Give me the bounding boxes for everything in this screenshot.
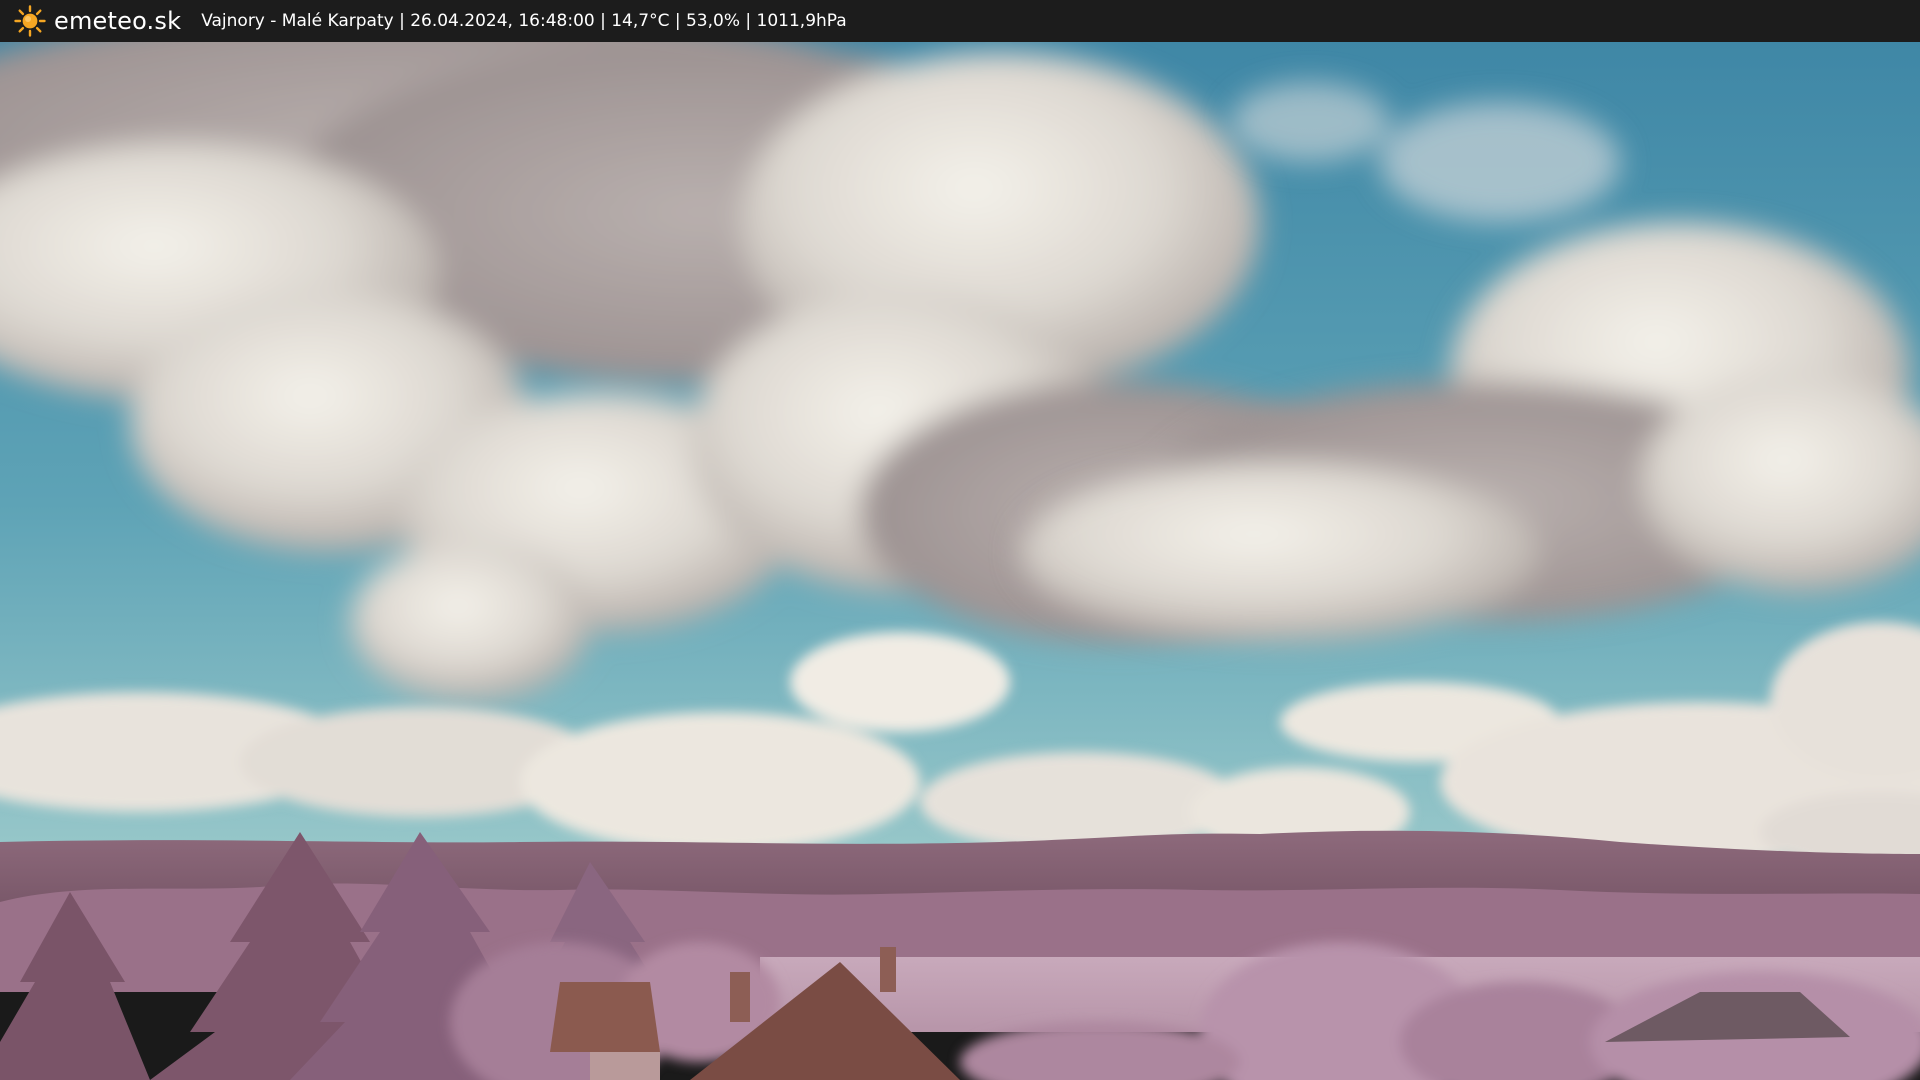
- brand-name: emeteo.sk: [54, 7, 182, 35]
- webcam-caption: Vajnory - Malé Karpaty | 26.04.2024, 16:…: [201, 11, 847, 31]
- header-bar: emeteo.sk Vajnory - Malé Karpaty | 26.04…: [0, 0, 1920, 42]
- sun-icon: [14, 5, 46, 37]
- webcam-image: [0, 42, 1920, 1080]
- site-logo[interactable]: emeteo.sk: [14, 5, 181, 37]
- webcam-scene: [0, 42, 1920, 1080]
